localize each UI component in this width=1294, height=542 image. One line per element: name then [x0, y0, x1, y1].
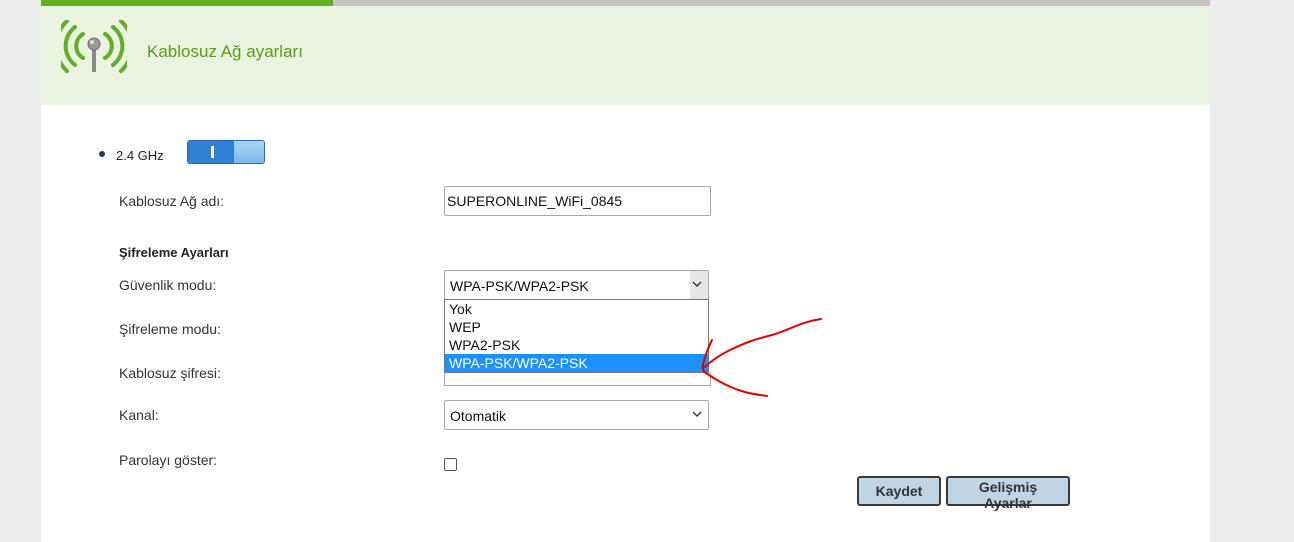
- chevron-down-icon: [692, 411, 702, 417]
- encryption-section-title: Şifreleme Ayarları: [119, 245, 229, 260]
- security-option-none[interactable]: Yok: [445, 300, 708, 318]
- wifi-antenna-icon: [61, 20, 127, 73]
- bullet-icon: [99, 151, 105, 157]
- toggle-knob: [234, 141, 264, 163]
- advanced-settings-button[interactable]: Gelişmiş Ayarlar: [946, 476, 1070, 511]
- ssid-label: Kablosuz Ağ adı:: [119, 193, 225, 209]
- page-title: Kablosuz Ağ ayarları: [147, 42, 303, 61]
- security-mode-label: Güvenlik modu:: [119, 277, 217, 293]
- wireless-password-label: Kablosuz şifresi:: [119, 365, 221, 381]
- band-toggle[interactable]: [187, 140, 265, 164]
- encryption-mode-label: Şifreleme modu:: [119, 321, 221, 337]
- security-option-wep[interactable]: WEP: [445, 318, 708, 336]
- show-password-label: Parolayı göster:: [119, 452, 218, 468]
- toggle-on-mark: [211, 146, 214, 158]
- channel-label: Kanal:: [119, 407, 159, 423]
- save-button[interactable]: Kaydet: [857, 476, 941, 506]
- security-option-wpa-wpa2-psk[interactable]: WPA-PSK/WPA2-PSK: [445, 354, 708, 372]
- settings-panel: Kablosuz Ağ ayarları 2.4 GHz Kablosuz Ağ…: [41, 0, 1210, 542]
- page-header: Kablosuz Ağ ayarları: [41, 6, 1210, 105]
- ssid-input[interactable]: [444, 186, 711, 216]
- security-option-wpa2-psk[interactable]: WPA2-PSK: [445, 336, 708, 354]
- channel-select[interactable]: Otomatik: [444, 400, 709, 430]
- wireless-password-input[interactable]: [444, 372, 711, 386]
- security-mode-select[interactable]: WPA-PSK/WPA2-PSK: [444, 270, 709, 300]
- security-mode-dropdown: Yok WEP WPA2-PSK WPA-PSK/WPA2-PSK: [444, 299, 709, 373]
- show-password-checkbox[interactable]: [444, 458, 457, 471]
- channel-value: Otomatik: [450, 408, 507, 424]
- band-label: 2.4 GHz: [116, 148, 164, 163]
- chevron-down-icon: [692, 281, 702, 287]
- security-mode-value: WPA-PSK/WPA2-PSK: [450, 278, 589, 294]
